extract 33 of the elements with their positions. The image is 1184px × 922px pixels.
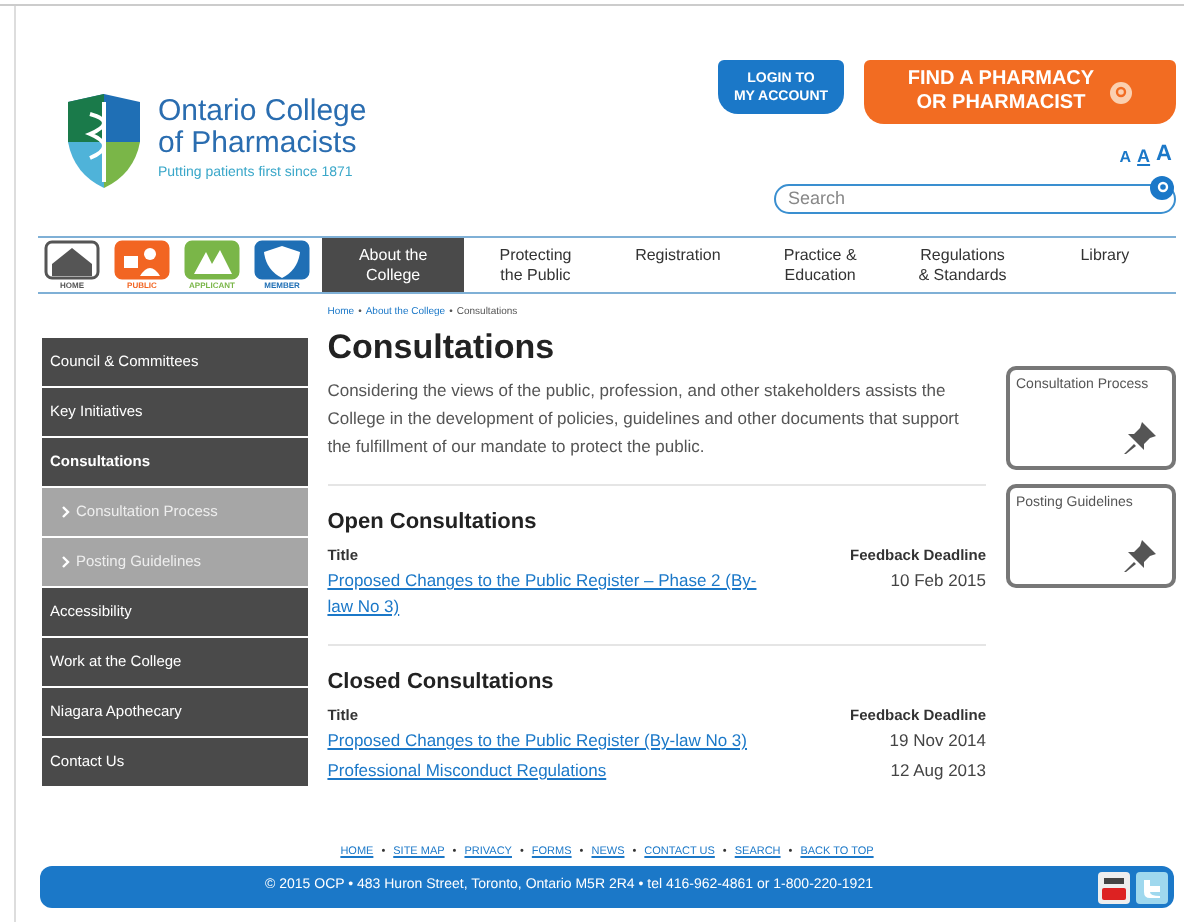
text-size-button[interactable]: A xyxy=(1137,148,1151,166)
nav-tab[interactable]: Protecting the Public xyxy=(464,238,607,292)
member-icon xyxy=(254,240,310,280)
pushpin-icon xyxy=(1122,420,1158,456)
text-size-button[interactable]: A xyxy=(1119,150,1132,166)
text-size-button[interactable]: A xyxy=(1156,144,1172,166)
nav-tab[interactable]: Practice & Education xyxy=(749,238,892,292)
chevron-right-icon xyxy=(62,556,70,568)
nav-tab[interactable]: Library xyxy=(1033,238,1177,292)
nav-tab[interactable]: About the College xyxy=(322,238,465,292)
deadline-date: 12 Aug 2013 xyxy=(890,758,986,784)
logo-name: Ontario College of Pharmacists xyxy=(158,96,367,161)
shield-logo-icon xyxy=(62,93,146,189)
applicant-icon xyxy=(184,240,240,280)
search-field[interactable]: Search xyxy=(774,183,1176,213)
nav-tab[interactable]: Regulations & Standards xyxy=(891,238,1034,292)
intro-paragraph: Considering the views of the public, profession, and other stakeholders assists the College in the development of policies, guidelines and other documents that support the fulfillment of our mandate to protect the public. xyxy=(327,378,961,460)
section-heading: Closed Consultations xyxy=(327,670,556,696)
consultation-link[interactable]: Proposed Changes to the Public Register (By-law No 3) xyxy=(327,728,778,754)
find-pharmacy-button[interactable]: FIND A PHARMACY OR PHARMACIST xyxy=(864,60,1176,124)
search-icon[interactable] xyxy=(1150,175,1174,199)
section-heading: Open Consultations xyxy=(327,510,539,536)
nav-tab[interactable]: Registration xyxy=(606,238,750,292)
pushpin-icon xyxy=(1122,538,1158,574)
consultation-link[interactable]: Professional Misconduct Regulations xyxy=(327,758,778,784)
deadline-date: 10 Feb 2015 xyxy=(890,568,986,594)
public-icon xyxy=(114,240,170,280)
home-icon xyxy=(44,240,100,280)
chevron-right-icon xyxy=(62,506,70,518)
consultation-link[interactable]: Proposed Changes to the Public Register – Phase 2 (By-law No 3) xyxy=(327,568,778,620)
page-title: Consultations xyxy=(327,328,557,368)
search-icon xyxy=(1110,81,1133,103)
deadline-date: 19 Nov 2014 xyxy=(889,728,986,754)
